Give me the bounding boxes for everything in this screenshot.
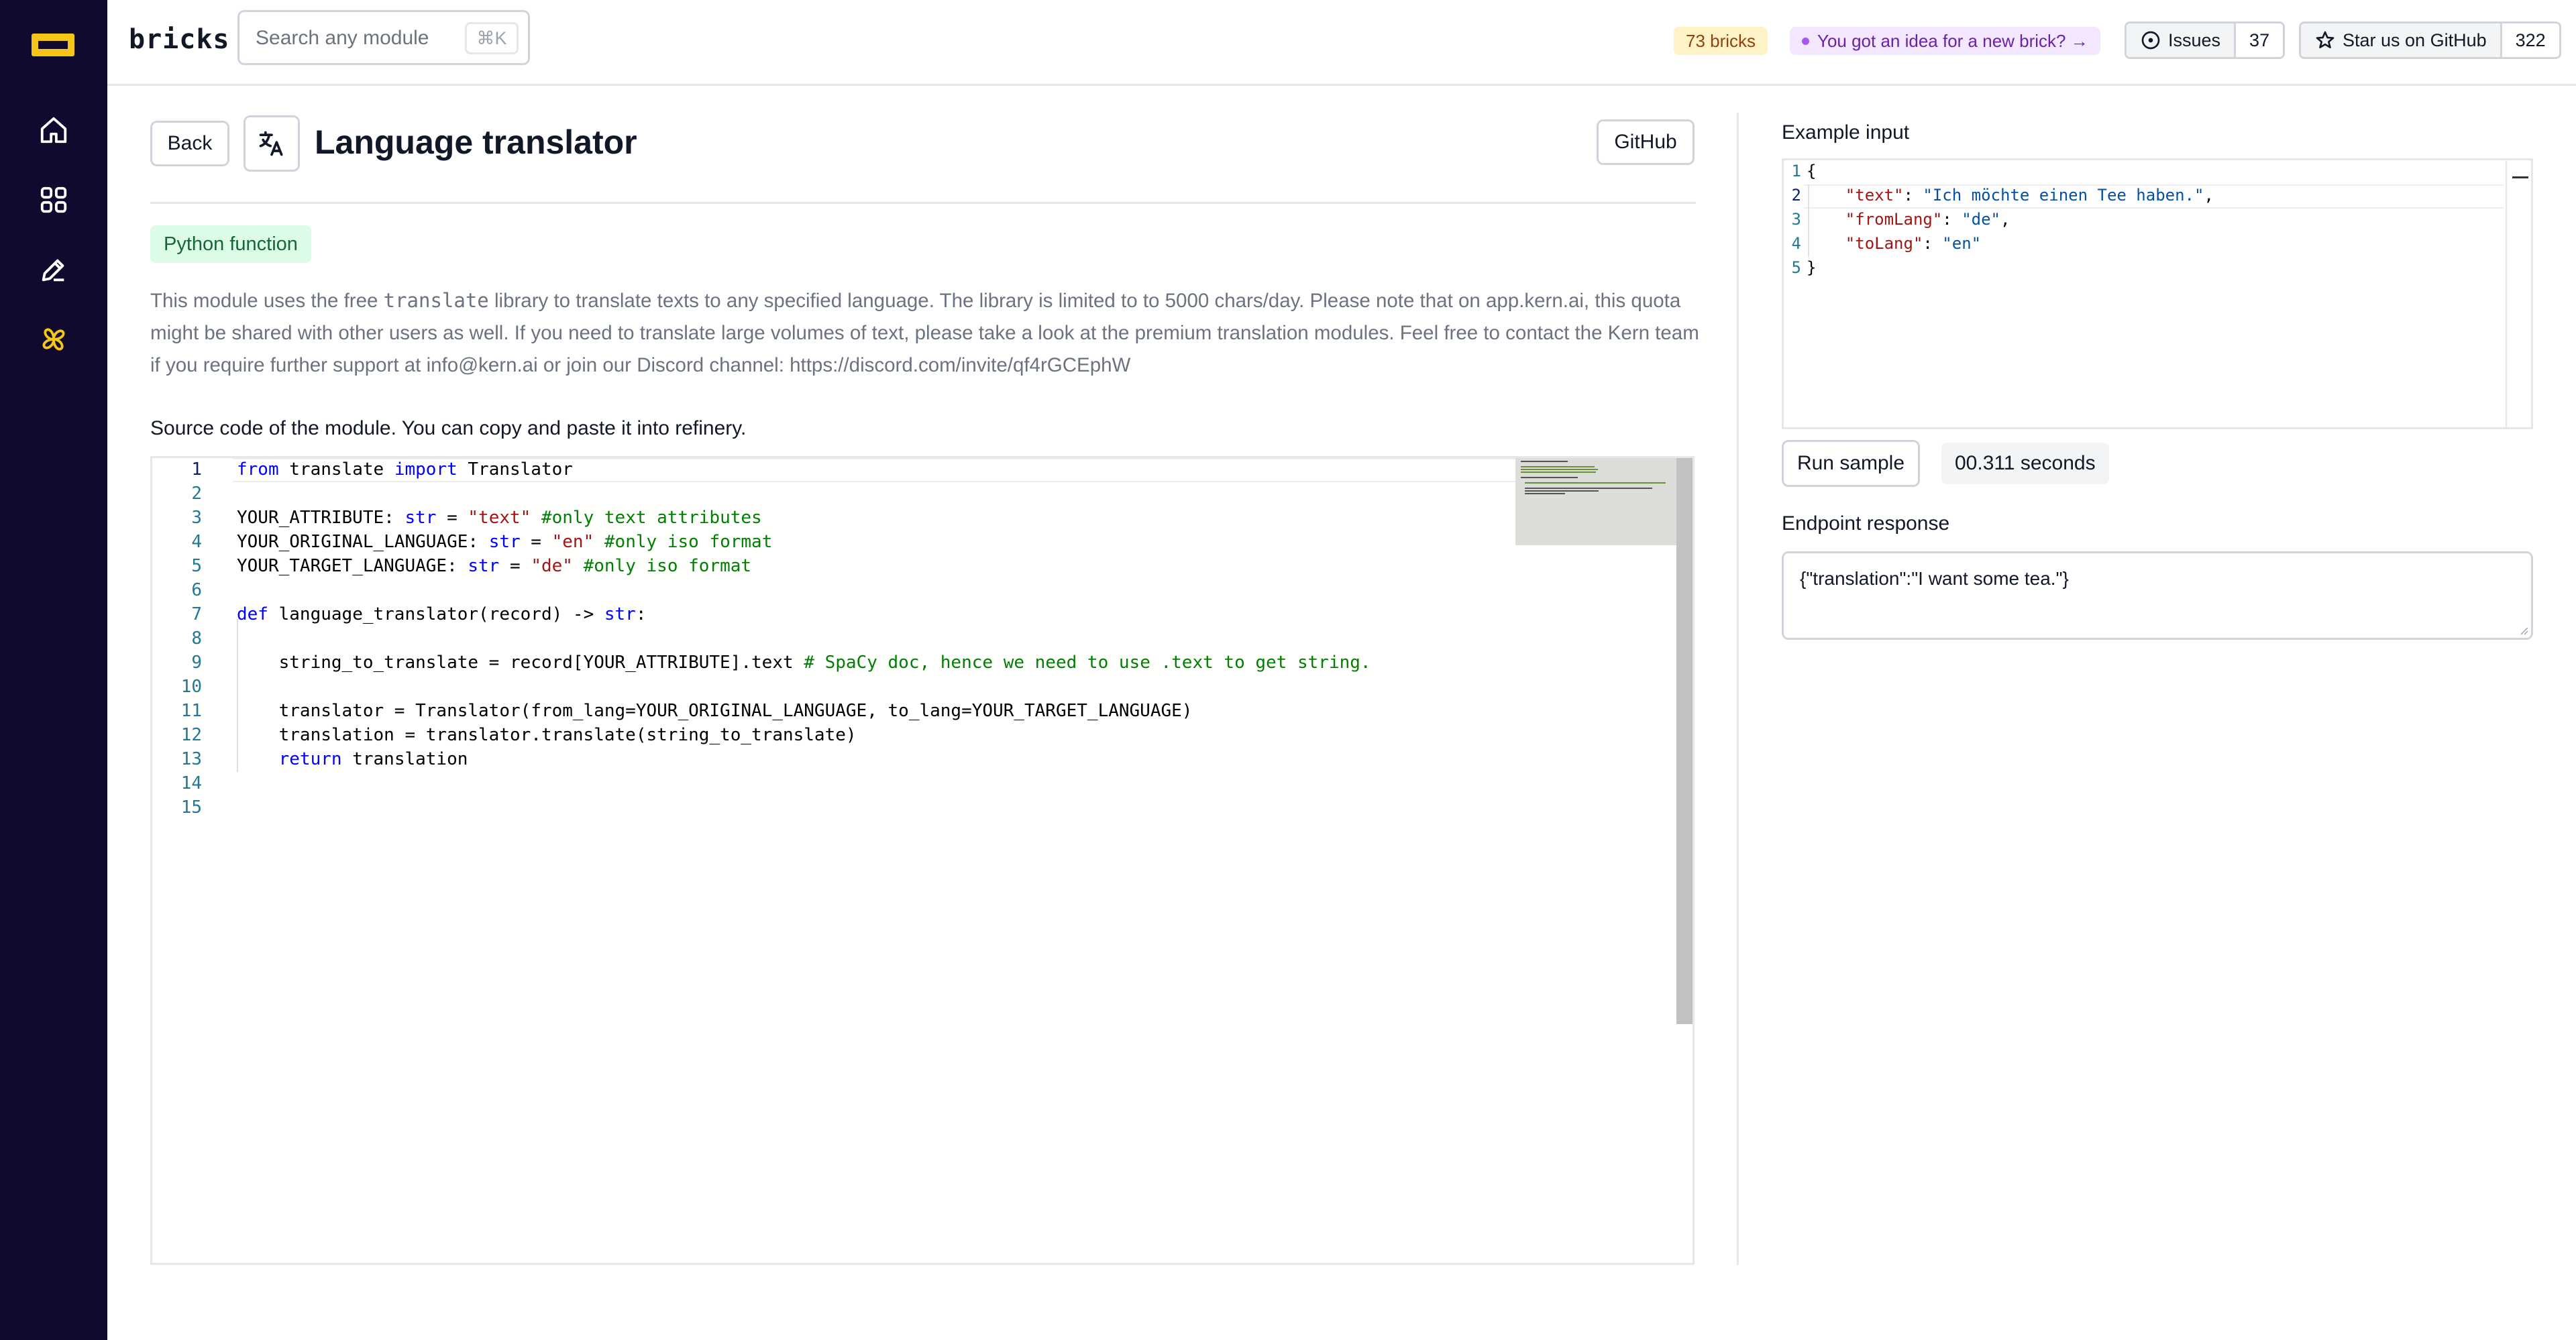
line-number: 4 — [191, 532, 202, 552]
bricks-logo[interactable] — [32, 34, 74, 56]
resize-handle-icon[interactable] — [2518, 624, 2528, 635]
grid-icon[interactable] — [36, 182, 71, 217]
code-line: translator = Translator(from_lang=YOUR_O… — [237, 701, 1193, 721]
line-number: 5 — [191, 556, 202, 576]
issues-button[interactable]: Issues 37 — [2125, 21, 2286, 59]
issue-icon — [2141, 31, 2160, 50]
search-shortcut: ⌘K — [465, 22, 519, 54]
star-count: 322 — [2502, 23, 2559, 57]
line-number: 2 — [191, 484, 202, 504]
code-line: YOUR_ORIGINAL_LANGUAGE: str = "en" #only… — [237, 532, 773, 552]
module-description: This module uses the free translate libr… — [150, 284, 1700, 382]
example-input-editor[interactable]: 1 2 3 4 5 { "text": "Ich möchte einen Te… — [1782, 158, 2533, 429]
endpoint-response-value: {"translation":"I want some tea."} — [1800, 568, 2069, 589]
line-number: 15 — [180, 797, 202, 818]
line-number: 11 — [180, 701, 202, 721]
star-github-button[interactable]: Star us on GitHub 322 — [2299, 21, 2561, 59]
new-brick-idea-link[interactable]: You got an idea for a new brick? → — [1790, 27, 2100, 55]
json-line-number: 1 — [1791, 162, 1801, 180]
line-number: 3 — [191, 508, 202, 528]
code-line: from translate import Translator — [237, 459, 573, 480]
back-button[interactable]: Back — [150, 121, 229, 166]
code-line: translation = translator.translate(strin… — [237, 725, 857, 745]
json-minimap[interactable] — [2512, 176, 2528, 178]
line-number: 1 — [191, 459, 202, 480]
description-text-1: This module uses the free — [150, 290, 384, 312]
endpoint-response-field[interactable]: {"translation":"I want some tea."} — [1782, 551, 2533, 640]
top-header: bricks Search any module ⌘K 73 bricks Yo… — [107, 0, 2576, 86]
source-code-label: Source code of the module. You can copy … — [150, 417, 747, 439]
json-line: { — [1807, 162, 1817, 180]
example-input-label: Example input — [1782, 121, 1910, 144]
code-line: YOUR_ATTRIBUTE: str = "text" #only text … — [237, 508, 762, 528]
search-input[interactable]: Search any module ⌘K — [237, 10, 530, 65]
search-placeholder: Search any module — [256, 27, 429, 49]
line-number: 7 — [191, 604, 202, 624]
line-number: 9 — [191, 653, 202, 673]
json-line: "fromLang": "de", — [1845, 210, 2010, 229]
endpoint-response-label: Endpoint response — [1782, 512, 1950, 535]
panel-divider — [1737, 113, 1739, 1265]
line-number: 14 — [180, 773, 202, 793]
run-time-chip: 00.311 seconds — [1941, 443, 2109, 484]
new-brick-idea-text: You got an idea for a new brick? → — [1817, 30, 2088, 51]
line-number: 13 — [180, 749, 202, 769]
run-sample-button[interactable]: Run sample — [1782, 440, 1920, 487]
pinwheel-icon[interactable] — [36, 322, 71, 357]
json-line: } — [1807, 258, 1817, 277]
code-line: return translation — [278, 749, 468, 769]
sidebar — [0, 0, 107, 1340]
issues-count: 37 — [2236, 23, 2284, 57]
code-scrollbar[interactable] — [1676, 458, 1693, 1024]
line-number: 10 — [180, 677, 202, 697]
bricks-count-badge: 73 bricks — [1674, 27, 1768, 55]
json-line-number: 2 — [1791, 186, 1801, 205]
code-minimap[interactable] — [1515, 458, 1676, 545]
issues-label: Issues — [2168, 30, 2221, 50]
json-line-number: 3 — [1791, 210, 1801, 229]
pencil-icon[interactable] — [36, 252, 71, 287]
module-type-badge: Python function — [150, 225, 311, 263]
json-line: "text": "Ich möchte einen Tee haben.", — [1845, 186, 2214, 205]
json-line-number: 5 — [1791, 258, 1801, 277]
github-button[interactable]: GitHub — [1597, 119, 1695, 165]
code-line: string_to_translate = record[YOUR_ATTRIB… — [237, 653, 1371, 673]
line-number: 6 — [191, 580, 202, 600]
home-icon[interactable] — [36, 113, 71, 148]
code-editor[interactable]: 1 2 3 4 5 6 7 8 9 10 11 12 13 14 15 from… — [150, 456, 1695, 1265]
brand-name[interactable]: bricks — [129, 24, 230, 55]
title-divider — [150, 202, 1696, 204]
star-icon — [2316, 31, 2334, 48]
page-title: Language translator — [315, 123, 637, 161]
purple-dot-icon — [1802, 37, 1809, 45]
code-line: def language_translator(record) -> str: — [237, 604, 647, 624]
json-scrollbar[interactable] — [2506, 160, 2507, 427]
json-line: "toLang": "en" — [1845, 234, 1982, 253]
code-line: YOUR_TARGET_LANGUAGE: str = "de" #only i… — [237, 556, 752, 576]
line-number: 8 — [191, 628, 202, 649]
star-label: Star us on GitHub — [2343, 30, 2487, 50]
json-line-number: 4 — [1791, 234, 1801, 253]
description-code: translate — [383, 289, 489, 312]
translate-icon — [244, 115, 300, 172]
line-number: 12 — [180, 725, 202, 745]
